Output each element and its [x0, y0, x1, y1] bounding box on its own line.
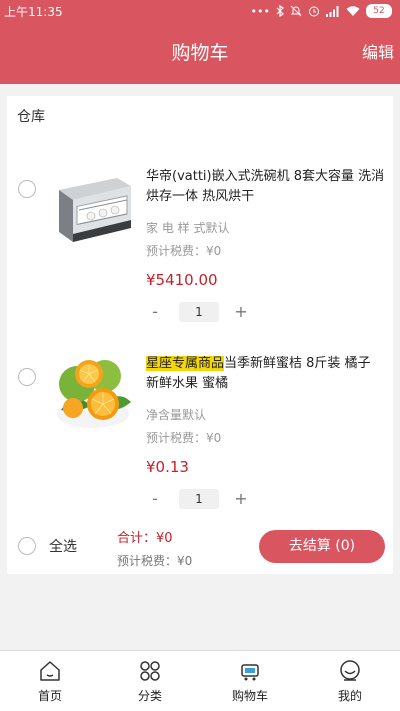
- status-time: 上午11:35: [4, 4, 63, 19]
- item-select-radio[interactable]: [18, 368, 36, 386]
- product-spec: 净含量默认: [146, 408, 207, 422]
- dishwasher-image[interactable]: [51, 172, 133, 248]
- product-title[interactable]: 星座专属商品当季新鲜蜜桔 8斤装 橘子 新鲜水果 蜜橘: [146, 354, 386, 394]
- quantity-input[interactable]: 1: [179, 489, 219, 509]
- cart-summary-bar: 全选 合计：¥0 预计税费：¥0 去结算 (0): [7, 520, 393, 574]
- mute-icon: [290, 5, 302, 17]
- page-title: 购物车: [171, 42, 229, 64]
- quantity-decrease-button[interactable]: -: [145, 489, 165, 508]
- tab-category[interactable]: 分类: [100, 651, 200, 711]
- warehouse-label: 仓库: [17, 109, 45, 125]
- product-tax: 预计税费：¥0: [146, 431, 222, 445]
- header: 购物车 编辑: [0, 22, 400, 84]
- cart-icon: [241, 664, 259, 681]
- tab-label: 分类: [137, 689, 162, 703]
- quantity-decrease-button[interactable]: -: [145, 302, 165, 321]
- battery-indicator: 52: [366, 4, 392, 18]
- quantity-increase-button[interactable]: +: [231, 489, 251, 508]
- checkout-button[interactable]: 去结算 (0): [259, 530, 385, 563]
- tab-label: 首页: [37, 689, 62, 703]
- exclusive-tag: 星座专属商品: [146, 356, 225, 371]
- more-dots-icon: •••: [250, 4, 270, 18]
- tab-profile[interactable]: 我的: [300, 651, 400, 711]
- edit-button[interactable]: 编辑: [362, 22, 394, 84]
- tab-label: 我的: [337, 689, 362, 703]
- total-amount: 合计：¥0: [117, 531, 173, 546]
- tab-cart[interactable]: 购物车: [200, 651, 300, 711]
- quantity-input[interactable]: 1: [179, 302, 219, 322]
- home-icon: [40, 661, 60, 681]
- tab-label: 购物车: [231, 689, 268, 703]
- wifi-icon: [346, 5, 360, 16]
- signal-icon: [326, 5, 339, 17]
- alarm-icon: [309, 6, 319, 17]
- profile-icon: [340, 660, 360, 681]
- category-icon: [140, 661, 160, 681]
- item-select-radio[interactable]: [18, 180, 36, 198]
- product-tax: 预计税费：¥0: [146, 244, 222, 258]
- status-bar: 上午11:35 ••• 52: [0, 0, 400, 22]
- mandarin-orange-image[interactable]: [51, 352, 135, 436]
- cart-card: 仓库 华帝(vatti)嵌入式洗碗机 8套大容量 洗消烘存一体 热风烘干 家 电…: [7, 96, 393, 574]
- quantity-increase-button[interactable]: +: [231, 302, 251, 321]
- product-price: ¥0.13: [146, 458, 189, 476]
- bluetooth-icon: [276, 5, 284, 17]
- total-tax: 预计税费：¥0: [117, 554, 193, 568]
- select-all-radio[interactable]: [18, 537, 36, 555]
- status-icons: ••• 52: [251, 4, 392, 18]
- tab-home[interactable]: 首页: [0, 651, 100, 711]
- product-spec: 家 电 样 式默认: [146, 221, 230, 235]
- bottom-tab-bar: 首页 分类 购物车 我的: [0, 650, 400, 711]
- product-price: ¥5410.00: [146, 271, 218, 289]
- product-title[interactable]: 华帝(vatti)嵌入式洗碗机 8套大容量 洗消烘存一体 热风烘干: [146, 167, 386, 207]
- select-all-label[interactable]: 全选: [49, 536, 77, 556]
